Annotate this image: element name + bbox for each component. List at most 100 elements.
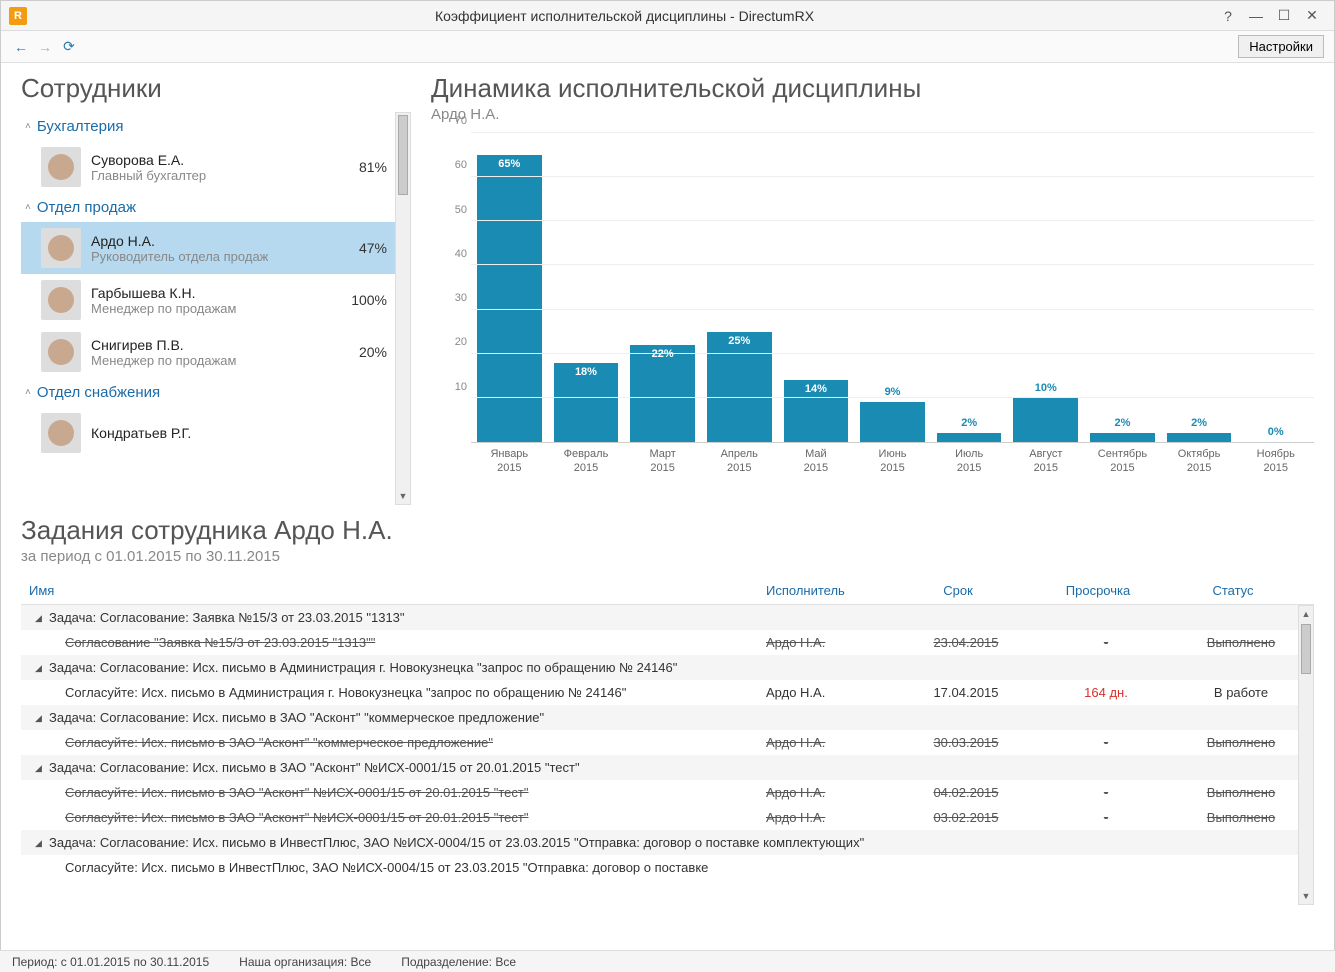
collapse-icon[interactable]: ◢ <box>35 663 42 674</box>
task-row[interactable]: Согласуйте: Исх. письмо в ИнвестПлюс, ЗА… <box>21 855 1314 880</box>
chart-bar[interactable]: 2% <box>1090 433 1155 442</box>
employees-list[interactable]: ˄БухгалтерияСуворова Е.А.Главный бухгалт… <box>21 112 411 505</box>
avatar <box>41 280 81 320</box>
chart-bar[interactable]: 14% <box>784 380 849 442</box>
x-label: Июнь2015 <box>854 443 931 476</box>
department-header[interactable]: ˄Бухгалтерия <box>21 112 411 141</box>
department-header[interactable]: ˄Отдел продаж <box>21 193 411 222</box>
task-date: 04.02.2015 <box>896 785 1036 800</box>
x-label: Ноябрь2015 <box>1237 443 1314 476</box>
bar-label: 0% <box>1268 426 1284 438</box>
scroll-down-icon[interactable]: ▼ <box>1299 888 1313 904</box>
employee-item[interactable]: Гарбышева К.Н.Менеджер по продажам100% <box>21 274 411 326</box>
settings-button[interactable]: Настройки <box>1238 35 1324 58</box>
col-name[interactable]: Имя <box>21 577 758 605</box>
titlebar: R Коэффициент исполнительской дисциплины… <box>1 1 1334 31</box>
col-overdue[interactable]: Просрочка <box>1028 577 1168 605</box>
chart-bar[interactable]: 2% <box>937 433 1002 442</box>
task-group-name: Задача: Согласование: Исх. письмо в ЗАО … <box>49 760 1306 775</box>
maximize-icon[interactable]: ☐ <box>1270 5 1298 27</box>
employee-item[interactable]: Снигирев П.В.Менеджер по продажам20% <box>21 326 411 378</box>
forward-icon[interactable]: → <box>35 37 55 57</box>
collapse-icon[interactable]: ◢ <box>35 763 42 774</box>
employee-item[interactable]: Ардо Н.А.Руководитель отдела продаж47% <box>21 222 411 274</box>
chart-bar[interactable]: 10% <box>1013 398 1078 442</box>
refresh-icon[interactable]: ⟳ <box>59 37 79 57</box>
back-icon[interactable]: ← <box>11 37 31 57</box>
chevron-up-icon: ˄ <box>25 121 31 132</box>
chart-bar[interactable]: 18% <box>554 363 619 442</box>
task-status: В работе <box>1176 685 1306 700</box>
minimize-icon[interactable]: — <box>1242 5 1270 27</box>
scroll-down-icon[interactable]: ▼ <box>396 488 410 504</box>
employees-scrollbar[interactable]: ▲ ▼ <box>395 112 411 505</box>
employee-role: Главный бухгалтер <box>91 168 359 183</box>
col-exec[interactable]: Исполнитель <box>758 577 888 605</box>
task-status: Выполнено <box>1176 735 1306 750</box>
task-group-row[interactable]: ◢ Задача: Согласование: Исх. письмо в ЗАО… <box>21 755 1314 780</box>
chart-bar[interactable]: 22% <box>630 345 695 442</box>
task-row[interactable]: Согласуйте: Исх. письмо в ЗАО "Асконт" №… <box>21 780 1314 805</box>
task-date: 30.03.2015 <box>896 735 1036 750</box>
chart-bar[interactable]: 25% <box>707 332 772 442</box>
scroll-thumb[interactable] <box>1301 624 1311 674</box>
chart-bar[interactable]: 2% <box>1167 433 1232 442</box>
x-label: Июль2015 <box>931 443 1008 476</box>
task-date <box>896 860 1036 875</box>
collapse-icon[interactable]: ◢ <box>35 713 42 724</box>
task-group-row[interactable]: ◢ Задача: Согласование: Заявка №15/3 от 2… <box>21 605 1314 630</box>
bar-label: 10% <box>1035 382 1057 394</box>
col-status[interactable]: Статус <box>1168 577 1298 605</box>
task-executor: Ардо Н.А. <box>766 785 896 800</box>
task-row[interactable]: Согласуйте: Исх. письмо в ЗАО "Асконт" №… <box>21 805 1314 830</box>
scroll-up-icon[interactable]: ▲ <box>1299 606 1313 622</box>
task-row[interactable]: Согласуйте: Исх. письмо в Администрация … <box>21 680 1314 705</box>
bar-label: 14% <box>805 383 827 395</box>
collapse-icon[interactable]: ◢ <box>35 613 42 624</box>
task-date: 03.02.2015 <box>896 810 1036 825</box>
task-group-row[interactable]: ◢Задача: Согласование: Исх. письмо в ЗАО… <box>21 705 1314 730</box>
task-date: 23.04.2015 <box>896 635 1036 650</box>
task-group-row[interactable]: ◢Задача: Согласование: Исх. письмо в Адм… <box>21 655 1314 680</box>
col-date[interactable]: Срок <box>888 577 1028 605</box>
collapse-icon[interactable]: ◢ <box>35 838 42 849</box>
employee-percent: 47% <box>359 240 387 256</box>
chart-title: Динамика исполнительской дисциплины <box>431 73 1314 104</box>
y-tick: 70 <box>455 115 467 127</box>
department-header[interactable]: ˄ Отдел снабжения <box>21 378 411 407</box>
task-row[interactable]: Согласуйте: Исх. письмо в ЗАО "Асконт" "… <box>21 730 1314 755</box>
employee-name: Снигирев П.В. <box>91 337 359 353</box>
employee-item[interactable]: Суворова Е.А.Главный бухгалтер81% <box>21 141 411 193</box>
x-label: Февраль2015 <box>548 443 625 476</box>
chart-bar[interactable]: 9% <box>860 402 925 442</box>
chevron-up-icon: ˄ <box>25 387 31 398</box>
employee-percent: 100% <box>351 292 387 308</box>
task-group-row[interactable]: ◢Задача: Согласование: Исх. письмо в Инв… <box>21 830 1314 855</box>
scroll-thumb[interactable] <box>398 115 408 195</box>
close-icon[interactable]: ✕ <box>1298 5 1326 27</box>
task-row[interactable]: Согласование "Заявка №15/3 от 23.03.2015… <box>21 630 1314 655</box>
task-overdue: - <box>1036 635 1176 650</box>
tasks-scrollbar[interactable]: ▲ ▼ <box>1298 605 1314 905</box>
employee-item[interactable]: Кондратьев Р.Г. <box>21 407 411 459</box>
chart-bar[interactable]: 65% <box>477 155 542 442</box>
employee-percent: 81% <box>359 159 387 175</box>
bar-label: 2% <box>1114 417 1130 429</box>
x-label: Сентябрь2015 <box>1084 443 1161 476</box>
employee-role: Менеджер по продажам <box>91 301 351 316</box>
avatar <box>41 413 81 453</box>
task-overdue: - <box>1036 785 1176 800</box>
chevron-up-icon: ˄ <box>25 202 31 213</box>
task-group-name: Задача: Согласование: Заявка №15/3 от 23… <box>49 610 1306 625</box>
y-tick: 40 <box>455 248 467 260</box>
help-icon[interactable]: ? <box>1214 5 1242 27</box>
department-name: Отдел снабжения <box>37 384 160 401</box>
task-status: Выполнено <box>1176 635 1306 650</box>
task-status: Выполнено <box>1176 810 1306 825</box>
employee-name: Кондратьев Р.Г. <box>91 425 387 441</box>
bar-label: 2% <box>1191 417 1207 429</box>
status-org: Наша организация: Все <box>239 955 371 969</box>
task-name: Согласуйте: Исх. письмо в ЗАО "Асконт" "… <box>65 735 766 750</box>
task-overdue: - <box>1036 810 1176 825</box>
task-name: Согласуйте: Исх. письмо в Администрация … <box>65 685 766 700</box>
